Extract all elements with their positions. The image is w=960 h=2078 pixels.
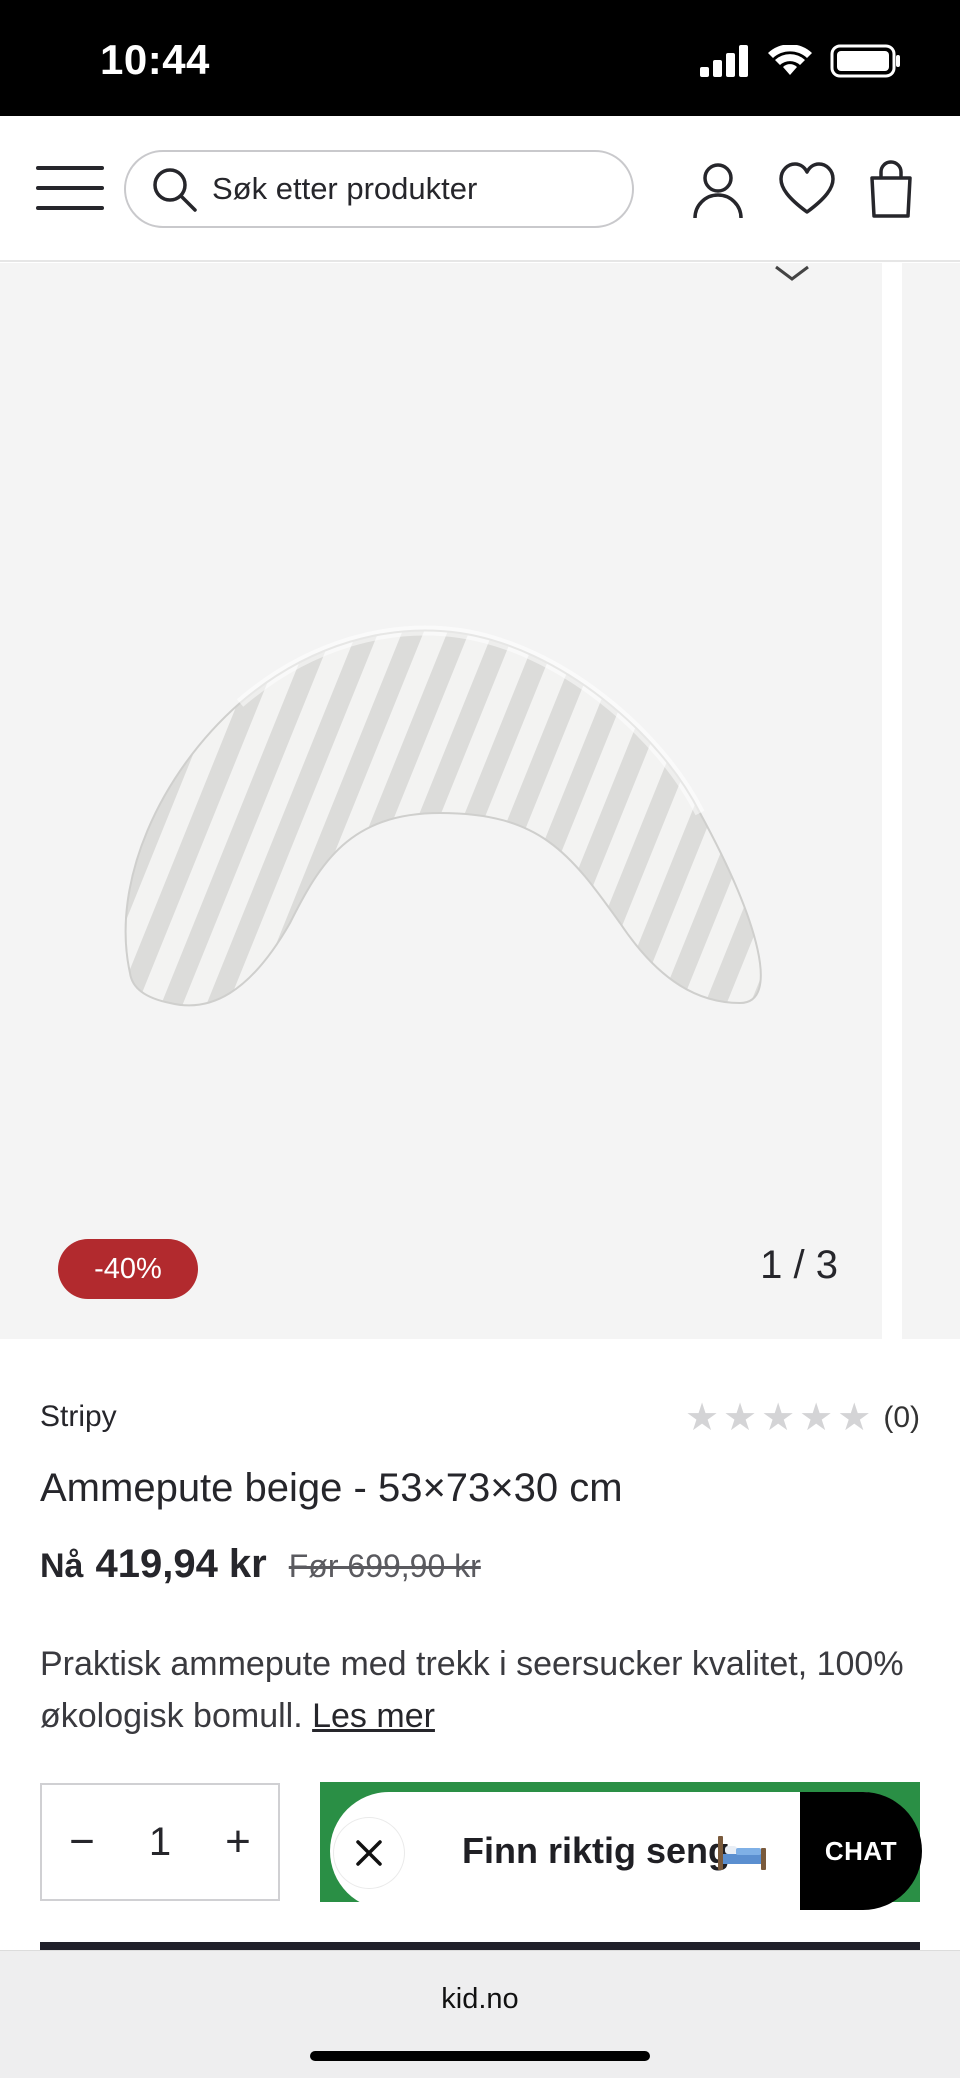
bed-icon [718, 1836, 766, 1870]
read-more-link[interactable]: Les mer [312, 1697, 435, 1735]
product-image [124, 625, 762, 1007]
star-icon: ★ [761, 1397, 796, 1439]
product-title: Ammepute beige - 53×73×30 cm [40, 1466, 623, 1510]
search-bar[interactable] [124, 150, 634, 228]
star-icon: ★ [799, 1397, 834, 1439]
product-brand[interactable]: Stripy [40, 1400, 117, 1434]
increase-quantity-button[interactable]: + [198, 1784, 278, 1900]
star-icon: ★ [684, 1397, 720, 1439]
status-time: 10:44 [100, 36, 210, 83]
wishlist-heart-icon[interactable] [778, 160, 836, 220]
price-row: Nå 419,94 kr Før 699,90 kr [40, 1542, 481, 1587]
price-now: 419,94 kr [95, 1542, 267, 1586]
star-icon: ★ [723, 1397, 758, 1439]
menu-icon[interactable] [36, 166, 104, 210]
chat-button[interactable]: CHAT [800, 1792, 922, 1910]
slide-counter: 1 / 3 [760, 1243, 838, 1287]
close-chat-promo-button[interactable] [334, 1818, 404, 1888]
home-indicator[interactable] [310, 2051, 650, 2061]
decrease-quantity-button[interactable]: − [42, 1784, 122, 1900]
status-bar: 10:44 [0, 0, 960, 116]
product-gallery[interactable]: -40% 1 / 3 [0, 263, 960, 1339]
battery-icon [830, 44, 900, 78]
close-icon [356, 1840, 382, 1866]
url-text[interactable]: kid.no [0, 1983, 960, 2016]
wifi-icon [768, 45, 812, 75]
shopping-bag-icon[interactable] [868, 160, 914, 220]
quantity-stepper: − 1 + [40, 1783, 280, 1901]
description-text: Praktisk ammepute med trekk i seersucker… [40, 1645, 904, 1735]
discount-badge: -40% [58, 1239, 198, 1299]
gallery-slide[interactable]: -40% 1 / 3 [0, 263, 882, 1339]
account-icon[interactable] [690, 160, 746, 220]
site-header [0, 116, 960, 262]
search-icon [153, 168, 197, 212]
chat-promo-text[interactable]: Finn riktig seng [462, 1830, 730, 1872]
cellular-signal-icon [700, 45, 748, 77]
star-icon: ★ [837, 1397, 872, 1439]
rating-count: (0) [883, 1401, 920, 1434]
status-icons [700, 44, 902, 78]
quantity-value[interactable]: 1 [149, 1820, 171, 1865]
price-now-label: Nå [40, 1547, 84, 1585]
product-description: Praktisk ammepute med trekk i seersucker… [40, 1638, 920, 1742]
wishlist-toggle-icon[interactable] [772, 263, 812, 285]
search-input[interactable] [212, 171, 612, 207]
price-before: Før 699,90 kr [288, 1548, 481, 1584]
rating[interactable]: ★ ★ ★ ★ ★ (0) [685, 1398, 920, 1438]
next-slide-peek[interactable] [902, 263, 960, 1339]
browser-address-bar[interactable]: kid.no [0, 1950, 960, 2078]
